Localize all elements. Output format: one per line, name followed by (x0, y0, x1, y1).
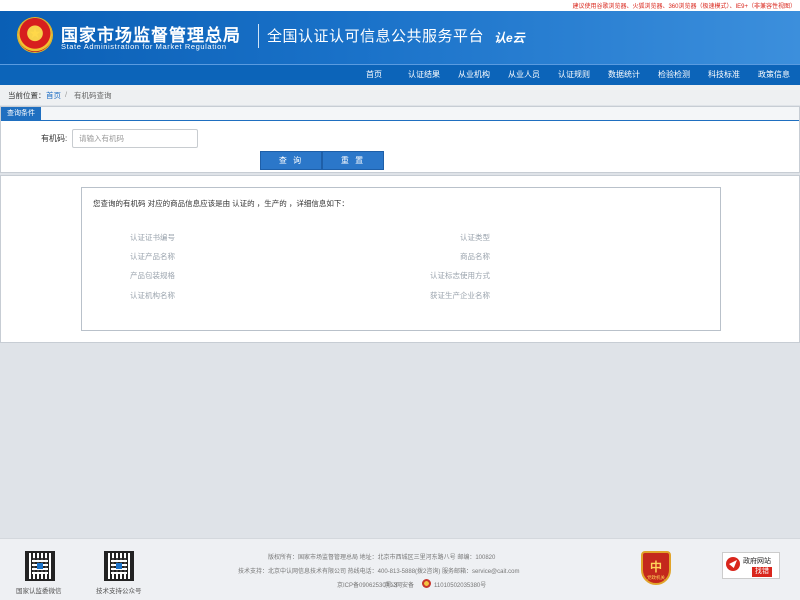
gov-site-title: 政府网站 (743, 558, 771, 565)
organic-code-label: 有机码: (41, 134, 68, 143)
result-intro: 您查询的有机码 对应的商品信息应该是由 认证的 ，生产的 ，详细信息如下： (93, 199, 349, 208)
organic-code-input[interactable] (72, 129, 198, 148)
site-footer: 国家认监委微信 技术支持公众号 版权所有：国家市场监督管理总局 地址：北京市西城… (0, 538, 800, 600)
query-panel-header: 查询条件 (1, 107, 799, 121)
query-panel: 查询条件 有机码: 查 询 重 置 (0, 106, 800, 173)
nav-policy[interactable]: 政策信息 (758, 65, 790, 85)
org-name-en: State Administration for Market Regulati… (61, 42, 227, 51)
browser-notice: 建议使用谷歌浏览器、火狐浏览器、360浏览器（极速模式）、IE9+（非兼容性视图… (572, 4, 796, 10)
breadcrumb-label: 当前位置： (8, 91, 46, 100)
result-panel: 您查询的有机码 对应的商品信息应该是由 认证的 ，生产的 ，详细信息如下： 认证… (0, 175, 800, 343)
nav-inspection[interactable]: 检验检测 (658, 65, 690, 85)
field-cert-type: 认证类型 (460, 233, 490, 242)
nav-home[interactable]: 首页 (366, 65, 382, 85)
query-conditions-tab: 查询条件 (1, 107, 41, 121)
renyun-logo: 认e云 (494, 31, 525, 45)
party-gov-badge[interactable]: 中 党政机关 (641, 551, 671, 585)
field-mark-usage: 认证标志使用方式 (430, 271, 490, 280)
breadcrumb: 当前位置： 首页 / 有机码查询 (0, 85, 800, 105)
reset-button[interactable]: 重 置 (322, 151, 384, 170)
nav-cert-rules[interactable]: 认证规则 (558, 65, 590, 85)
breadcrumb-home-link[interactable]: 首页 (46, 90, 61, 101)
gov-site-logo-icon (726, 557, 740, 571)
support-qr-caption: 技术支持公众号 (96, 588, 142, 595)
breadcrumb-current: 有机码查询 (74, 91, 112, 100)
site-header: ★ 国家市场监督管理总局 State Administration for Ma… (0, 11, 800, 64)
result-box: 您查询的有机码 对应的商品信息应该是由 认证的 ，生产的 ，详细信息如下： 认证… (81, 187, 721, 331)
header-divider (258, 24, 259, 48)
footer-police-number[interactable]: 11010502035380号 (434, 580, 486, 589)
gov-site-error-report[interactable]: 政府网站 找错 (722, 552, 780, 579)
field-goods-name: 商品名称 (460, 252, 490, 261)
breadcrumb-separator: / (65, 90, 68, 99)
party-gov-badge-glyph: 中 (649, 560, 662, 574)
field-package-spec: 产品包装规格 (130, 271, 175, 280)
nav-institutions[interactable]: 从业机构 (458, 65, 490, 85)
gov-site-find-error: 找错 (752, 567, 772, 577)
top-notice-bar: 建议使用谷歌浏览器、火狐浏览器、360浏览器（极速模式）、IE9+（非兼容性视图… (0, 0, 800, 11)
wechat-qr-code (25, 551, 55, 581)
footer-support: 技术支持：北京中认网信息技术有限公司 热线电话：400-813-5888(拨2咨… (238, 569, 520, 575)
search-button[interactable]: 查 询 (260, 151, 322, 170)
party-gov-badge-text: 党政机关 (647, 575, 665, 580)
support-qr-code (104, 551, 134, 581)
nav-standards[interactable]: 科技标准 (708, 65, 740, 85)
nav-statistics[interactable]: 数据统计 (608, 65, 640, 85)
footer-copyright: 版权所有：国家市场监督管理总局 地址：北京市西城区三里河东路八号 邮编：1008… (268, 555, 496, 561)
nav-cert-results[interactable]: 认证结果 (408, 65, 440, 85)
field-product-name: 认证产品名称 (130, 252, 175, 261)
platform-title: 全国认证认可信息公共服务平台 (267, 28, 485, 45)
wechat-qr-caption: 国家认监委微信 (16, 588, 62, 595)
field-cert-body: 认证机构名称 (130, 291, 175, 300)
emblem-star-icon: ★ (28, 25, 42, 41)
main-nav: 首页 认证结果 从业机构 从业人员 认证规则 数据统计 检验检测 科技标准 政策… (0, 64, 800, 85)
police-badge-icon (422, 579, 431, 588)
nav-practitioners[interactable]: 从业人员 (508, 65, 540, 85)
footer-police-label[interactable]: 京公网安备 (384, 580, 414, 589)
field-cert-number: 认证证书编号 (130, 233, 175, 242)
field-producer-name: 获证生产企业名称 (430, 291, 490, 300)
